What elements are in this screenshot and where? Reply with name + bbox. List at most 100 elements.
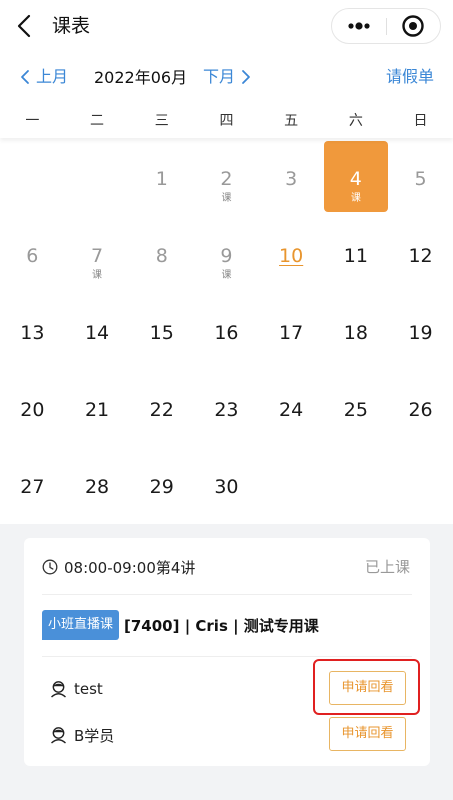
calendar-day[interactable]: 18	[324, 292, 389, 369]
calendar-day[interactable]: 7课	[65, 215, 130, 292]
day-number: 29	[149, 476, 174, 498]
day-number: 20	[20, 399, 45, 421]
weekday-label: 一	[25, 113, 40, 129]
day-number: 14	[84, 322, 110, 344]
lesson-marker: 课	[221, 193, 232, 204]
day-number: 12	[408, 245, 433, 267]
day-number: 18	[343, 322, 368, 344]
weekday-label: 日	[413, 113, 428, 129]
calendar-day[interactable]: 20	[0, 369, 65, 446]
day-number: 7	[90, 245, 104, 267]
student-row: B学员	[50, 723, 114, 747]
day-number: 19	[408, 322, 433, 344]
calendar-day[interactable]: 22	[129, 369, 194, 446]
divider	[42, 594, 412, 595]
calendar-day[interactable]: 29	[129, 446, 194, 523]
calendar-day[interactable]: 30	[194, 446, 259, 523]
mini-program-capsule	[331, 8, 441, 44]
back-button[interactable]	[14, 13, 36, 39]
day-number: 21	[84, 399, 110, 421]
day-number: 9	[220, 245, 233, 267]
calendar-day[interactable]: 17	[259, 292, 324, 369]
calendar-day[interactable]: 2课	[194, 138, 259, 215]
calendar-day[interactable]: 28	[65, 446, 130, 523]
day-number: 16	[214, 322, 239, 344]
calendar-day[interactable]: 5	[388, 138, 453, 215]
calendar-day[interactable]: 16	[194, 292, 259, 369]
weekday-label: 二	[90, 113, 105, 129]
day-number: 15	[149, 322, 174, 344]
calendar-day[interactable]: 4课	[323, 138, 389, 215]
day-number: 3	[285, 168, 298, 190]
day-number: 4	[349, 168, 362, 190]
calendar-day[interactable]: 25	[324, 369, 389, 446]
clock-icon	[42, 559, 58, 575]
prev-month-label: 上月	[36, 67, 69, 86]
calendar-day[interactable]: 9课	[194, 215, 259, 292]
calendar-day[interactable]: 14	[65, 292, 130, 369]
calendar-day[interactable]: 23	[194, 369, 259, 446]
leave-request-link[interactable]: 请假单	[386, 66, 434, 88]
request-replay-button[interactable]: 申请回看	[329, 717, 406, 751]
calendar-day[interactable]: 1	[129, 138, 194, 215]
day-number: 11	[343, 245, 368, 267]
next-month-button[interactable]: 下月	[203, 66, 251, 88]
chevron-right-icon	[242, 70, 250, 84]
close-button[interactable]	[387, 9, 441, 43]
more-button[interactable]	[332, 9, 386, 43]
calendar-day[interactable]: 26	[388, 369, 453, 446]
chevron-left-icon	[21, 70, 29, 84]
page-title: 课表	[52, 15, 91, 37]
month-navigation: 上月 2022年06月 下月 请假单	[0, 52, 453, 104]
day-number: 1	[155, 168, 168, 190]
calendar-day[interactable]: 6	[0, 215, 65, 292]
calendar-day[interactable]: 13	[0, 292, 65, 369]
lesson-marker: 课	[221, 270, 232, 281]
day-number: 22	[149, 399, 174, 421]
calendar-day[interactable]: 11	[324, 215, 389, 292]
next-month-label: 下月	[203, 67, 236, 86]
calendar-day[interactable]: 3	[259, 138, 324, 215]
divider	[42, 656, 412, 657]
calendar-day[interactable]: 19	[388, 292, 453, 369]
weekday-label: 四	[219, 113, 234, 129]
day-number: 24	[279, 399, 304, 421]
lesson-marker: 课	[350, 193, 361, 204]
calendar-day[interactable]: 27	[0, 446, 65, 523]
day-number: 25	[343, 399, 368, 421]
weekday-label: 三	[154, 113, 169, 129]
calendar-grid: 1 2 课 3 4 课 5 6 7 课 8 9 课 10 11 12 13 14 15 16 17 18 19 20 21 22 2…	[0, 138, 453, 524]
calendar-day[interactable]: 15	[129, 292, 194, 369]
chevron-left-icon	[17, 14, 31, 38]
more-dots-icon	[348, 22, 370, 30]
day-number: 30	[214, 476, 239, 498]
student-avatar-icon	[51, 727, 66, 744]
weekday-label: 五	[284, 113, 299, 129]
day-number: 5	[414, 168, 427, 190]
current-month: 2022年06月	[94, 68, 188, 87]
day-number: 17	[279, 322, 304, 344]
calendar-day[interactable]: 8	[129, 215, 194, 292]
calendar-day[interactable]: 12	[388, 215, 453, 292]
day-number: 2	[220, 168, 233, 190]
day-number: 26	[408, 399, 433, 421]
day-number: 13	[20, 322, 45, 344]
lesson-time-row: 08:00-09:00第4讲	[42, 556, 195, 578]
student-name: test	[74, 680, 103, 698]
record-target-icon	[402, 15, 424, 37]
course-row: 小班直播课 [7400] | Cris | 测试专用课	[42, 610, 319, 640]
student-row: test	[50, 677, 103, 701]
lesson-time: 08:00-09:00第4讲	[64, 558, 196, 577]
calendar-day[interactable]: 10	[259, 215, 324, 292]
prev-month-button[interactable]: 上月	[20, 66, 68, 88]
day-number: 8	[155, 245, 168, 267]
student-name: B学员	[74, 726, 115, 745]
lesson-marker: 课	[92, 270, 103, 281]
calendar-day[interactable]: 24	[259, 369, 324, 446]
calendar-day[interactable]: 21	[65, 369, 130, 446]
course-type-badge: 小班直播课	[42, 610, 120, 640]
weekday-header: 一 二 三 四 五 六 日	[0, 104, 453, 138]
lesson-card: 08:00-09:00第4讲 已上课 小班直播课 [7400] | Cris |…	[24, 538, 430, 766]
day-number: 28	[84, 476, 110, 498]
day-number: 10	[279, 245, 304, 267]
